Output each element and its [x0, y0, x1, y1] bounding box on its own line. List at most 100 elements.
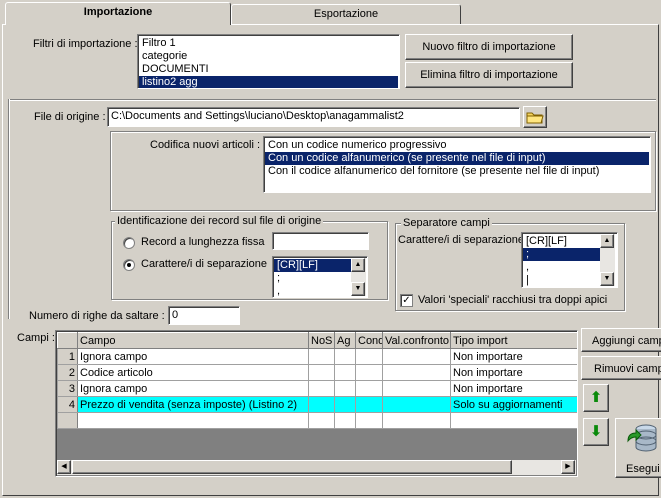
cell-ag[interactable] — [334, 364, 356, 381]
scroll-down-icon[interactable]: ▼ — [351, 282, 365, 296]
source-file-input[interactable]: C:\Documents and Settings\luciano\Deskto… — [107, 107, 520, 127]
encoding-list[interactable]: Con un codice numerico progressivo Con u… — [263, 136, 651, 193]
scroll-up-icon[interactable]: ▲ — [600, 234, 614, 248]
scroll-left-icon[interactable]: ◀ — [57, 460, 71, 474]
field-separator-label: Carattere/i di separazione — [398, 234, 524, 246]
cell-empty[interactable] — [334, 412, 356, 429]
cell-nos[interactable] — [308, 380, 335, 397]
radio-fixed-length[interactable] — [123, 237, 135, 249]
record-id-title: Identificazione dei record sul file di o… — [115, 215, 324, 227]
tab-esportazione[interactable]: Esportazione — [231, 4, 461, 24]
tab-importazione[interactable]: Importazione — [5, 2, 231, 25]
arrow-down-icon: ⬇ — [589, 423, 603, 440]
cell-tipo-import[interactable]: Non importare — [450, 380, 577, 397]
filter-item-selected[interactable]: listino2 agg — [139, 76, 398, 88]
fields-label: Campi : — [17, 332, 55, 344]
cell-nos[interactable] — [308, 396, 335, 413]
field-separator-option[interactable]: | — [523, 274, 601, 287]
cell-campo[interactable]: Ignora campo — [77, 380, 309, 397]
table-row[interactable]: 3 Ignora campo Non importare — [57, 380, 577, 397]
folder-icon — [526, 112, 544, 124]
record-separator-scrollbar[interactable]: ▲ ▼ — [351, 258, 366, 296]
cell-empty[interactable] — [308, 412, 335, 429]
encoding-option[interactable]: Con un codice numerico progressivo — [265, 139, 649, 152]
radio-separator[interactable] — [123, 259, 135, 271]
scroll-thumb[interactable] — [72, 460, 512, 474]
cell-cond[interactable] — [355, 380, 383, 397]
cell-tipo-import[interactable]: Solo su aggiornamenti — [450, 396, 577, 413]
cell-val-confronto[interactable] — [382, 364, 451, 381]
new-filter-button[interactable]: Nuovo filtro di importazione — [405, 34, 573, 60]
field-separator-scrollbar[interactable]: ▲ ▼ — [600, 234, 615, 286]
fields-actions: Aggiungi campo Rimuovi campo ⬆ ⬇ Esegui — [581, 328, 661, 498]
cell-val-confronto[interactable] — [382, 380, 451, 397]
table-row-highlighted[interactable]: 4 Prezzo di vendita (senza imposte) (Lis… — [57, 396, 577, 413]
column-header[interactable]: NoS — [308, 332, 335, 349]
cell-empty[interactable] — [382, 412, 451, 429]
cell-campo[interactable]: Codice articolo — [77, 364, 309, 381]
cell-tipo-import[interactable]: Non importare — [450, 364, 577, 381]
section-divider-left — [8, 99, 10, 319]
add-field-button[interactable]: Aggiungi campo — [581, 328, 661, 352]
encoding-label: Codifica nuovi articoli : — [150, 139, 261, 151]
row-number — [57, 412, 78, 429]
cell-ag[interactable] — [334, 380, 356, 397]
execute-label: Esegui — [626, 463, 660, 475]
cell-empty[interactable] — [77, 412, 309, 429]
column-header[interactable]: Val.confronto — [382, 332, 451, 349]
special-values-label: Valori 'speciali' racchiusi tra doppi ap… — [418, 294, 608, 306]
source-file-label: File di origine : — [34, 111, 106, 123]
fields-hscrollbar[interactable]: ◀ ▶ — [57, 460, 576, 475]
table-row[interactable]: 2 Codice articolo Non importare — [57, 364, 577, 381]
field-separator-option[interactable]: [CR][LF] — [523, 235, 601, 248]
cell-cond[interactable] — [355, 396, 383, 413]
scroll-right-icon[interactable]: ▶ — [561, 460, 575, 474]
section-divider — [8, 99, 656, 101]
record-separator-option-selected[interactable]: [CR][LF] — [274, 259, 351, 272]
fields-table: Campo NoS Ag Cond Val.confronto Tipo imp… — [57, 332, 577, 429]
filter-item[interactable]: categorie — [139, 50, 398, 63]
table-header: Campo NoS Ag Cond Val.confronto Tipo imp… — [57, 332, 577, 349]
encoding-option[interactable]: Con il codice alfanumerico del fornitore… — [265, 165, 649, 178]
filters-list[interactable]: Filtro 1 categorie DOCUMENTI listino2 ag… — [137, 34, 400, 89]
fixed-length-input[interactable] — [272, 232, 369, 250]
scroll-down-icon[interactable]: ▼ — [600, 272, 614, 286]
column-header[interactable]: Campo — [77, 332, 309, 349]
cell-nos[interactable] — [308, 364, 335, 381]
execute-button[interactable]: Esegui — [615, 418, 661, 478]
filters-label: Filtri di importazione : — [33, 38, 138, 50]
column-header[interactable]: Ag — [334, 332, 356, 349]
cell-campo[interactable]: Ignora campo — [77, 348, 309, 365]
cell-ag[interactable] — [334, 396, 356, 413]
cell-val-confronto[interactable] — [382, 348, 451, 365]
fields-grid[interactable]: Campo NoS Ag Cond Val.confronto Tipo imp… — [55, 330, 578, 477]
table-row-empty[interactable] — [57, 412, 577, 429]
column-header[interactable]: Cond — [355, 332, 383, 349]
skip-rows-input[interactable]: 0 — [168, 306, 240, 325]
cell-empty[interactable] — [355, 412, 383, 429]
cell-val-confronto[interactable] — [382, 396, 451, 413]
field-separator-option-selected[interactable]: ; — [523, 248, 601, 261]
remove-field-button[interactable]: Rimuovi campo — [581, 356, 661, 380]
cell-empty[interactable] — [450, 412, 577, 429]
table-row[interactable]: 1 Ignora campo Non importare — [57, 348, 577, 365]
cell-tipo-import[interactable]: Non importare — [450, 348, 577, 365]
cell-campo[interactable]: Prezzo di vendita (senza imposte) (Listi… — [77, 396, 309, 413]
cell-cond[interactable] — [355, 348, 383, 365]
cell-cond[interactable] — [355, 364, 383, 381]
filter-item[interactable]: Filtro 1 — [139, 37, 398, 50]
record-separator-option[interactable]: ; — [274, 272, 351, 285]
field-separator-option[interactable]: , — [523, 261, 601, 274]
delete-filter-button[interactable]: Elimina filtro di importazione — [405, 62, 573, 88]
cell-nos[interactable] — [308, 348, 335, 365]
move-up-button[interactable]: ⬆ — [583, 384, 609, 412]
special-values-checkbox[interactable]: ✓ — [400, 294, 413, 307]
scroll-up-icon[interactable]: ▲ — [351, 258, 365, 272]
move-down-button[interactable]: ⬇ — [583, 418, 609, 446]
encoding-option-selected[interactable]: Con un codice alfanumerico (se presente … — [265, 152, 649, 165]
record-separator-option[interactable]: , — [274, 285, 351, 297]
column-header[interactable]: Tipo import — [450, 332, 577, 349]
cell-ag[interactable] — [334, 348, 356, 365]
filter-item[interactable]: DOCUMENTI — [139, 63, 398, 76]
browse-button[interactable] — [523, 106, 547, 128]
